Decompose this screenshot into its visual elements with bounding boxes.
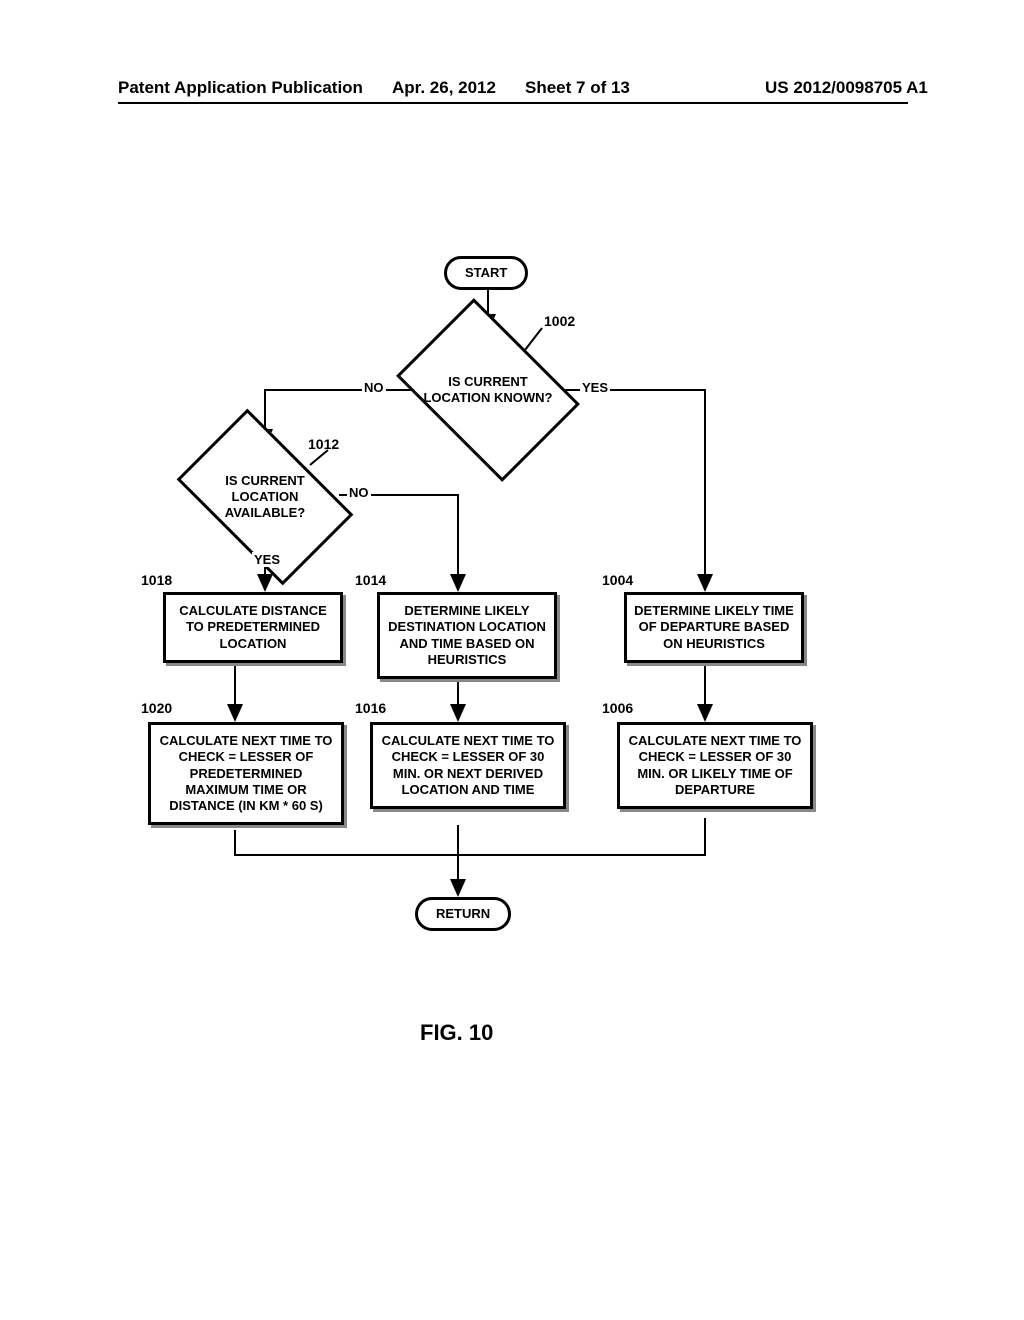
decision-1002: IS CURRENT LOCATION KNOWN?: [413, 335, 563, 445]
process-1006-text: CALCULATE NEXT TIME TO CHECK = LESSER OF…: [629, 733, 802, 797]
edge-yes-1002: YES: [580, 380, 610, 395]
start-label: START: [465, 265, 507, 280]
decision-1002-text: IS CURRENT LOCATION KNOWN?: [419, 374, 557, 407]
process-1004: DETERMINE LIKELY TIME OF DEPARTURE BASED…: [624, 592, 804, 663]
return-terminator: RETURN: [415, 897, 511, 931]
ref-1016: 1016: [355, 700, 386, 716]
edge-no-1012: NO: [347, 485, 371, 500]
process-1004-text: DETERMINE LIKELY TIME OF DEPARTURE BASED…: [634, 603, 794, 651]
ref-1020: 1020: [141, 700, 172, 716]
process-1014: DETERMINE LIKELY DESTINATION LOCATION AN…: [377, 592, 557, 679]
flowchart: START IS CURRENT LOCATION KNOWN? 1002 YE…: [0, 0, 1024, 1320]
process-1014-text: DETERMINE LIKELY DESTINATION LOCATION AN…: [388, 603, 546, 667]
start-terminator: START: [444, 256, 528, 290]
process-1020-text: CALCULATE NEXT TIME TO CHECK = LESSER OF…: [160, 733, 333, 813]
ref-1004: 1004: [602, 572, 633, 588]
decision-1012: IS CURRENT LOCATION AVAILABLE?: [190, 447, 340, 547]
return-label: RETURN: [436, 906, 490, 921]
process-1016-text: CALCULATE NEXT TIME TO CHECK = LESSER OF…: [382, 733, 555, 797]
process-1020: CALCULATE NEXT TIME TO CHECK = LESSER OF…: [148, 722, 344, 825]
ref-1002: 1002: [544, 313, 575, 329]
ref-1012: 1012: [308, 436, 339, 452]
ref-1018: 1018: [141, 572, 172, 588]
process-1006: CALCULATE NEXT TIME TO CHECK = LESSER OF…: [617, 722, 813, 809]
decision-1012-text: IS CURRENT LOCATION AVAILABLE?: [196, 473, 334, 522]
process-1018-text: CALCULATE DISTANCE TO PREDETERMINED LOCA…: [179, 603, 327, 651]
edge-no-1002: NO: [362, 380, 386, 395]
edge-yes-1012: YES: [252, 552, 282, 567]
process-1018: CALCULATE DISTANCE TO PREDETERMINED LOCA…: [163, 592, 343, 663]
process-1016: CALCULATE NEXT TIME TO CHECK = LESSER OF…: [370, 722, 566, 809]
figure-label: FIG. 10: [420, 1020, 493, 1046]
ref-1006: 1006: [602, 700, 633, 716]
ref-1014: 1014: [355, 572, 386, 588]
